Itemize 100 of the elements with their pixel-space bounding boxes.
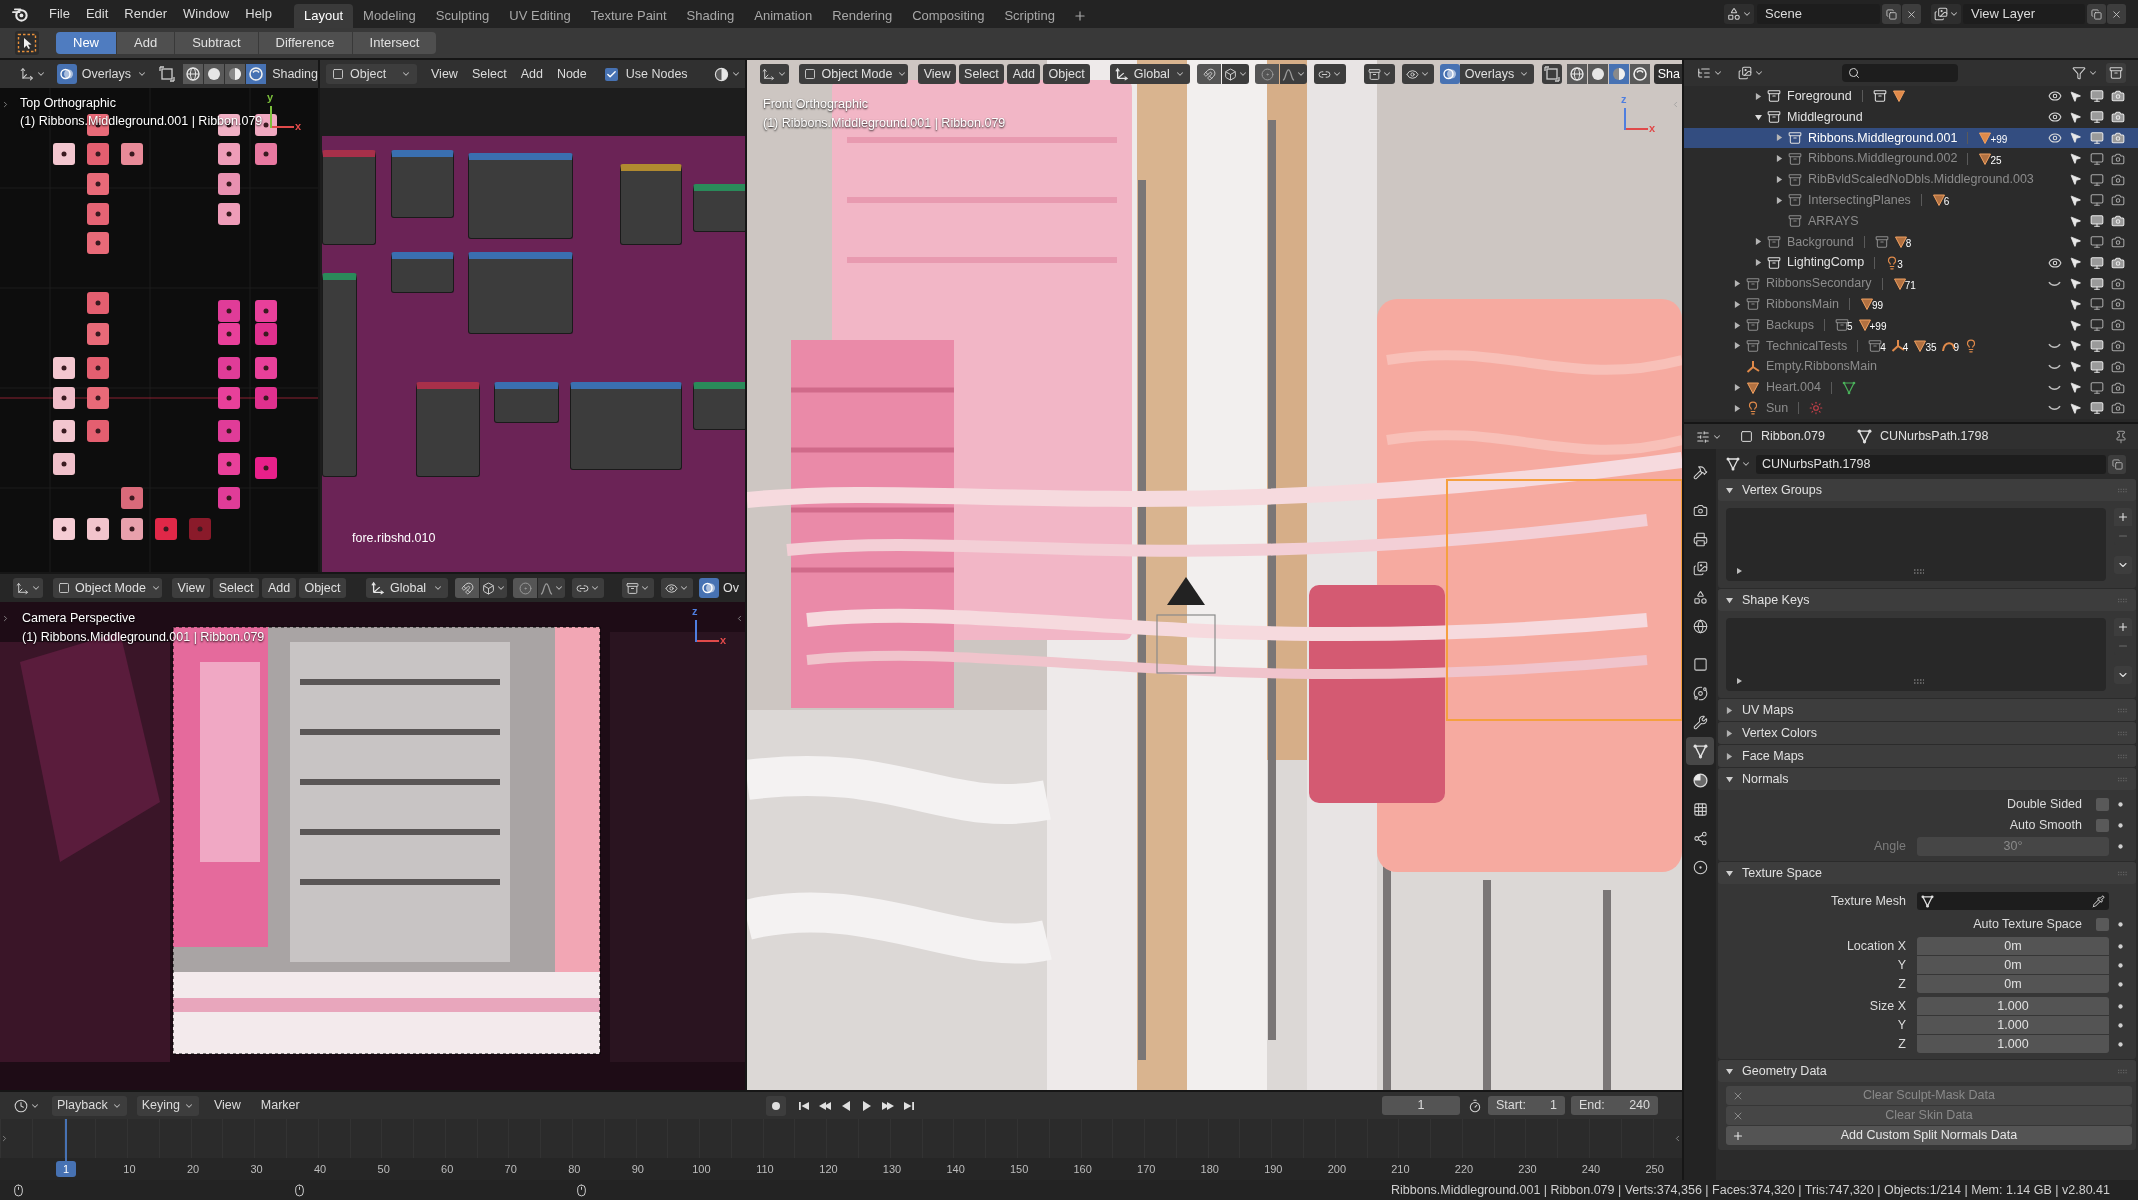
workspace-tab[interactable]: Texture Paint xyxy=(580,4,677,28)
end-frame-field[interactable]: End: 240 xyxy=(1571,1096,1658,1115)
drag-grip-icon[interactable] xyxy=(2118,1068,2128,1074)
snap-target-dropdown[interactable] xyxy=(1222,64,1250,84)
workspace-tab[interactable]: Animation xyxy=(744,4,823,28)
select-box-tool-icon[interactable] xyxy=(15,31,39,55)
camera-icon[interactable] xyxy=(2110,193,2125,208)
monitor-icon[interactable] xyxy=(2089,318,2104,333)
small-triangle-icon[interactable] xyxy=(1736,568,1742,574)
cursor-arrow-icon[interactable] xyxy=(2069,193,2082,207)
cursor-arrow-icon[interactable] xyxy=(2069,339,2082,353)
drag-grip-icon[interactable] xyxy=(2118,487,2128,493)
disclosure-triangle-icon[interactable] xyxy=(1733,384,1741,392)
falloff-dropdown[interactable] xyxy=(1280,64,1308,84)
orientation-dropdown[interactable]: Global xyxy=(366,578,448,598)
disclosure-triangle-icon[interactable] xyxy=(1754,92,1762,100)
camera-icon[interactable] xyxy=(2110,89,2125,104)
number-field[interactable]: 1.000 xyxy=(1917,1016,2109,1034)
checkbox[interactable] xyxy=(2096,798,2109,811)
fake-user-button[interactable] xyxy=(2108,454,2126,474)
camera-icon[interactable] xyxy=(2110,172,2125,187)
use-nodes-checkbox[interactable] xyxy=(604,67,618,81)
chevron-left-icon[interactable] xyxy=(1673,1134,1682,1143)
camera-icon[interactable] xyxy=(2110,338,2125,353)
cursor-arrow-icon[interactable] xyxy=(2069,297,2082,311)
workspace-tab[interactable]: Shading xyxy=(676,4,745,28)
number-field[interactable]: 0m xyxy=(1917,937,2109,955)
camera-icon[interactable] xyxy=(2110,380,2125,395)
camera-icon[interactable] xyxy=(2110,234,2125,249)
disclosure-triangle-icon[interactable] xyxy=(1726,775,1733,783)
monitor-icon[interactable] xyxy=(2089,297,2104,312)
monitor-icon[interactable] xyxy=(2089,234,2104,249)
disclosure-triangle-icon[interactable] xyxy=(1775,176,1783,184)
menu-item[interactable]: Window xyxy=(175,3,238,25)
disclosure-triangle-icon[interactable] xyxy=(1775,155,1783,163)
drag-grip-icon[interactable] xyxy=(2118,597,2128,603)
close-button[interactable] xyxy=(1902,4,1921,24)
closed-eye-icon[interactable] xyxy=(2048,280,2061,287)
add-button[interactable] xyxy=(2114,508,2132,526)
disclosure-triangle-icon[interactable] xyxy=(1754,259,1762,267)
monitor-icon[interactable] xyxy=(2089,110,2104,125)
node-card[interactable] xyxy=(494,382,559,423)
cursor-arrow-icon[interactable] xyxy=(2069,235,2082,249)
monitor-icon[interactable] xyxy=(2089,151,2104,166)
camera-icon[interactable] xyxy=(2110,297,2125,312)
workspace-tab[interactable]: Modeling xyxy=(353,4,426,28)
mode-button[interactable]: Difference xyxy=(258,32,352,54)
plus-icon[interactable] xyxy=(1072,9,1087,23)
dot-icon[interactable] xyxy=(2118,1003,2123,1009)
disclosure-triangle-icon[interactable] xyxy=(1726,729,1733,737)
start-frame-field[interactable]: Start: 1 xyxy=(1488,1096,1565,1115)
resize-grip-icon[interactable] xyxy=(1913,569,1925,574)
chevron-left-icon[interactable] xyxy=(735,614,744,623)
camera-icon[interactable] xyxy=(2110,359,2125,374)
snap-target-dropdown[interactable] xyxy=(480,578,507,598)
drag-grip-icon[interactable] xyxy=(2118,870,2128,876)
cursor-arrow-icon[interactable] xyxy=(2069,173,2082,187)
node-card[interactable] xyxy=(322,273,357,477)
snap-toggle[interactable] xyxy=(1197,64,1222,84)
monitor-icon[interactable] xyxy=(2089,193,2104,208)
object-dropdown[interactable]: Object xyxy=(326,64,417,84)
disclosure-triangle-icon[interactable] xyxy=(1733,321,1741,329)
camera-icon[interactable] xyxy=(2110,276,2125,291)
overlapping-circles-icon[interactable] xyxy=(699,578,719,598)
menu-button[interactable]: Add xyxy=(520,64,543,84)
cursor-arrow-icon[interactable] xyxy=(2069,277,2082,291)
menu-button[interactable]: Marker xyxy=(255,1095,305,1116)
monitor-icon[interactable] xyxy=(2089,338,2104,353)
camera-icon[interactable] xyxy=(2110,401,2125,416)
disclosure-triangle-icon[interactable] xyxy=(1754,113,1762,121)
current-frame-marker[interactable]: 1 xyxy=(56,1161,76,1177)
checkbox[interactable] xyxy=(2096,819,2109,832)
dot-icon[interactable] xyxy=(2118,943,2123,949)
eye-icon[interactable] xyxy=(2047,110,2062,125)
monitor-icon[interactable] xyxy=(2089,401,2104,416)
eyedropper-icon[interactable] xyxy=(2092,894,2105,908)
mode-button[interactable]: Intersect xyxy=(352,32,437,54)
overlapping-circles-icon[interactable] xyxy=(56,64,77,84)
camera-icon[interactable] xyxy=(2110,110,2125,125)
sphere-outline-icon[interactable] xyxy=(1629,64,1650,84)
workspace-tab[interactable]: Scripting xyxy=(994,4,1065,28)
monitor-icon[interactable] xyxy=(2089,276,2104,291)
menu-item[interactable]: Help xyxy=(237,3,280,25)
disclosure-triangle-icon[interactable] xyxy=(1726,752,1733,760)
mode-button[interactable]: New xyxy=(56,32,116,54)
node-card[interactable] xyxy=(693,382,745,430)
monitor-icon[interactable] xyxy=(2089,89,2104,104)
disclosure-triangle-icon[interactable] xyxy=(1733,342,1741,350)
add-button[interactable] xyxy=(2114,618,2132,636)
node-card[interactable] xyxy=(391,150,454,218)
search-field[interactable] xyxy=(1842,64,1958,82)
dot-icon[interactable] xyxy=(2118,1022,2123,1028)
menu-item[interactable]: Edit xyxy=(77,3,117,25)
close-button[interactable] xyxy=(2107,4,2126,24)
collections-dropdown[interactable] xyxy=(1363,64,1396,84)
view-layer-field[interactable]: View Layer xyxy=(1963,4,2085,24)
workspace-tab[interactable]: Rendering xyxy=(822,4,903,28)
stopwatch-icon[interactable] xyxy=(1468,1098,1482,1113)
cursor-arrow-icon[interactable] xyxy=(2069,318,2082,332)
panel-header[interactable]: Shape Keys xyxy=(1718,589,2136,611)
